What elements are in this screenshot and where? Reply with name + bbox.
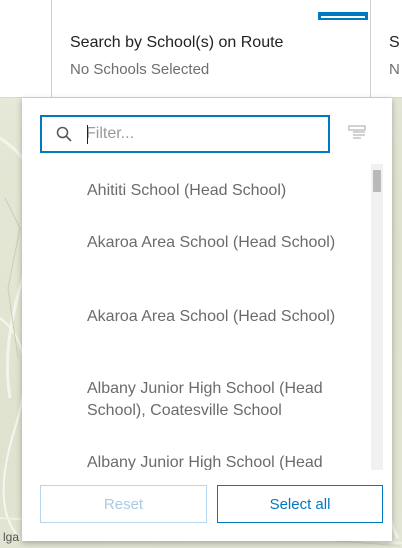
school-list[interactable]: Ahititi School (Head School) Akaroa Area… — [22, 164, 392, 470]
list-item[interactable]: Ahititi School (Head School) — [87, 180, 372, 202]
school-filter-dropdown: Ahititi School (Head School) Akaroa Area… — [22, 98, 392, 541]
reset-button[interactable]: Reset — [40, 485, 207, 523]
list-item[interactable]: Akaroa Area School (Head School) — [87, 232, 372, 254]
search-criterion-title: Search by School(s) on Route — [70, 34, 284, 51]
active-tab-indicator — [318, 12, 368, 20]
text-cursor — [87, 125, 88, 144]
search-criterion-value: No Schools Selected — [70, 61, 210, 78]
search-icon — [56, 126, 72, 142]
list-item[interactable]: Akaroa Area School (Head School) — [87, 306, 372, 328]
criteria-header: Search by School(s) on Route No Schools … — [0, 0, 402, 98]
scrollbar-track[interactable] — [371, 164, 383, 470]
next-criterion-title: S — [389, 34, 400, 51]
filter-input[interactable] — [86, 123, 316, 145]
list-item[interactable]: Albany Junior High School (Head School),… — [87, 378, 372, 422]
filter-options-icon[interactable] — [348, 124, 366, 140]
list-item[interactable]: Albany Junior High School (Head — [87, 452, 372, 470]
select-all-button[interactable]: Select all — [217, 485, 383, 523]
filter-box[interactable] — [40, 115, 330, 153]
header-cell-previous[interactable] — [0, 0, 52, 97]
scrollbar-thumb[interactable] — [373, 170, 381, 192]
map-place-label: lga — [3, 530, 20, 544]
next-criterion-value: N — [389, 61, 400, 78]
dropdown-footer: Reset Select all — [22, 470, 392, 541]
